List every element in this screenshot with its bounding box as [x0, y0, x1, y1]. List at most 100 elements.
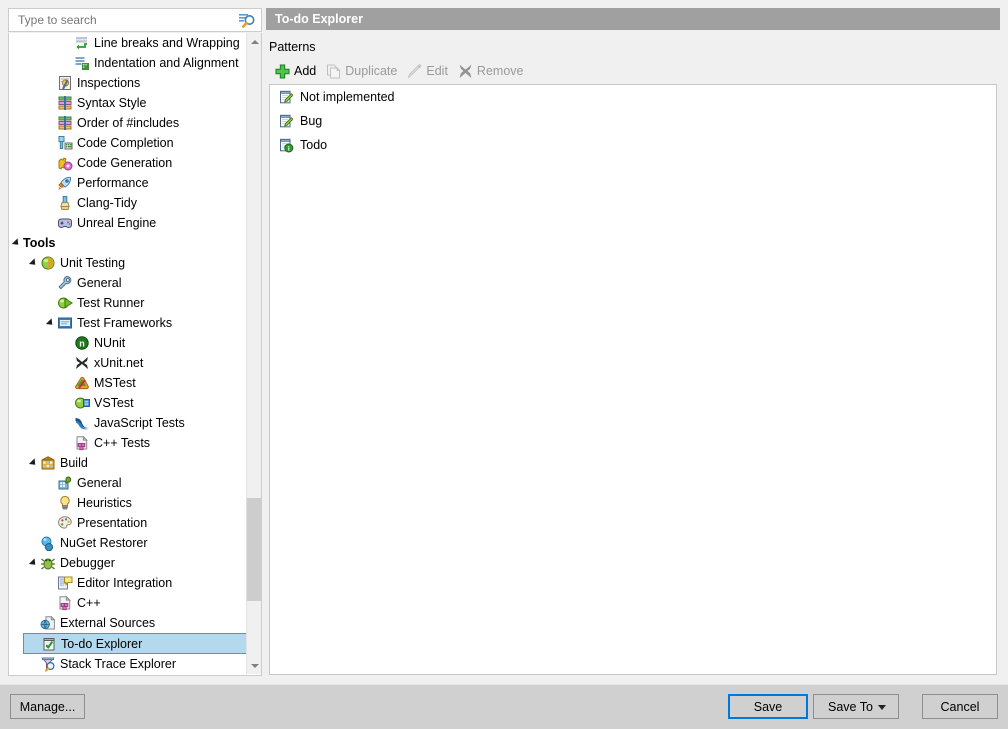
chevron-up-icon[interactable]: [247, 33, 261, 50]
tree-item-label: Editor Integration: [77, 576, 173, 590]
tree-item-line-breaks-and-wrapping[interactable]: Line breaks and Wrapping: [9, 33, 248, 53]
tree-item-code-generation[interactable]: Code Generation: [9, 153, 248, 173]
tree-item-tools[interactable]: Tools: [9, 233, 248, 253]
pattern-row[interactable]: Bug: [270, 109, 996, 133]
chevron-down-icon: [878, 705, 886, 710]
search-box[interactable]: [8, 8, 262, 32]
tree-item-label: VSTest: [94, 396, 134, 410]
tree-item-code-completion[interactable]: Code Completion: [9, 133, 248, 153]
tree-item-nuget-restorer[interactable]: NuGet Restorer: [9, 533, 248, 553]
scrollbar-thumb[interactable]: [247, 498, 261, 601]
tree-item-xunit-net[interactable]: xUnit.net: [9, 353, 248, 373]
pattern-edit-icon: [278, 113, 294, 129]
tree-item-syntax-style[interactable]: Syntax Style: [9, 93, 248, 113]
save-to-button[interactable]: Save To: [813, 694, 899, 719]
debugger-icon: [40, 555, 56, 571]
expander-triangle-icon[interactable]: [44, 313, 56, 333]
tree-item-nunit[interactable]: n NUnit: [9, 333, 248, 353]
tree-item-label: NuGet Restorer: [60, 536, 148, 550]
manage-button[interactable]: Manage...: [10, 694, 85, 719]
test-frameworks-icon: [57, 315, 73, 331]
expander-triangle-icon[interactable]: [27, 453, 39, 473]
tree-item-label: Code Generation: [77, 156, 173, 170]
tree-item-inspections[interactable]: Inspections: [9, 73, 248, 93]
patterns-label: Patterns: [269, 40, 316, 54]
patterns-list[interactable]: Not implemented Bug i Todo: [269, 84, 997, 675]
unreal-engine-icon: [57, 215, 73, 231]
edit-button-label: Edit: [426, 64, 448, 78]
performance-icon: [57, 175, 73, 191]
tree-item-javascript-tests[interactable]: JavaScript Tests: [9, 413, 248, 433]
tree-item-editor-integration[interactable]: Editor Integration: [9, 573, 248, 593]
tree-item-mstest[interactable]: MSTest: [9, 373, 248, 393]
tree-item-build[interactable]: Build: [9, 453, 248, 473]
stack-trace-icon: [40, 656, 56, 672]
editor-integration-icon: [57, 575, 73, 591]
tree-item-performance[interactable]: Performance: [9, 173, 248, 193]
tree-item-test-runner[interactable]: Test Runner: [9, 293, 248, 313]
tree-item-label: Tools: [23, 236, 56, 250]
tree-item-unit-testing[interactable]: Unit Testing: [9, 253, 248, 273]
presentation-icon: [57, 515, 73, 531]
nunit-icon: n: [74, 335, 90, 351]
tree-item-label: General: [77, 476, 122, 490]
save-button[interactable]: Save: [728, 694, 808, 719]
tree-item-general[interactable]: General: [9, 473, 248, 493]
tree-item-label: Code Completion: [77, 136, 174, 150]
chevron-down-icon[interactable]: [247, 657, 261, 674]
search-input[interactable]: [16, 10, 232, 30]
tree-item-label: Debugger: [60, 556, 115, 570]
tree-item-label: NUnit: [94, 336, 126, 350]
search-icon[interactable]: [238, 12, 256, 30]
edit-button: Edit: [404, 60, 455, 82]
tree-item-stack-trace-explorer[interactable]: Stack Trace Explorer: [9, 654, 248, 674]
cpp-tests-icon: [74, 435, 90, 451]
tree-item-label: Heuristics: [77, 496, 132, 510]
tree-item-c-tests[interactable]: C++ Tests: [9, 433, 248, 453]
tree-item-label: Clang-Tidy: [77, 196, 137, 210]
pane-title: To-do Explorer: [266, 8, 1000, 30]
tree-item-external-sources[interactable]: External Sources: [9, 613, 248, 633]
test-runner-icon: [57, 295, 73, 311]
tree-item-clang-tidy[interactable]: Clang-Tidy: [9, 193, 248, 213]
tree-item-test-frameworks[interactable]: Test Frameworks: [9, 313, 248, 333]
tree-item-label: C++: [77, 596, 101, 610]
mstest-icon: [74, 375, 90, 391]
tree-item-general[interactable]: General: [9, 273, 248, 293]
tree-item-label: Unreal Engine: [77, 216, 157, 230]
duplicate-button: Duplicate: [323, 60, 404, 82]
cancel-button[interactable]: Cancel: [922, 694, 998, 719]
tree-item-vstest[interactable]: VSTest: [9, 393, 248, 413]
expander-triangle-icon[interactable]: [27, 553, 39, 573]
pattern-row[interactable]: Not implemented: [270, 85, 996, 109]
tree-item-label: Unit Testing: [60, 256, 126, 270]
build-icon: [40, 455, 56, 471]
settings-tree[interactable]: Line breaks and Wrapping Indentation and …: [9, 33, 248, 674]
tree-item-presentation[interactable]: Presentation: [9, 513, 248, 533]
tree-item-debugger[interactable]: Debugger: [9, 553, 248, 573]
external-sources-icon: [40, 615, 56, 631]
pattern-edit-icon: [278, 89, 294, 105]
duplicate-icon: [325, 63, 342, 80]
save-button-label: Save: [753, 699, 783, 714]
expander-triangle-icon[interactable]: [27, 253, 39, 273]
tree-item-heuristics[interactable]: Heuristics: [9, 493, 248, 513]
vstest-icon: [74, 395, 90, 411]
tree-item-indentation-and-alignment[interactable]: Indentation and Alignment: [9, 53, 248, 73]
tree-item-label: Inspections: [77, 76, 141, 90]
tree-vertical-scrollbar[interactable]: [246, 33, 261, 674]
code-completion-icon: [57, 135, 73, 151]
tree-item-to-do-explorer[interactable]: To-do Explorer: [23, 633, 248, 654]
duplicate-button-label: Duplicate: [345, 64, 398, 78]
clang-tidy-icon: [57, 195, 73, 211]
pattern-row[interactable]: i Todo: [270, 133, 996, 157]
tree-item-c[interactable]: C++: [9, 593, 248, 613]
tree-item-order-of-includes[interactable]: Order of #includes: [9, 113, 248, 133]
expander-triangle-icon[interactable]: [10, 233, 22, 253]
build-general-icon: [57, 475, 73, 491]
tree-item-label: Test Frameworks: [77, 316, 173, 330]
pattern-label: Bug: [300, 114, 323, 128]
tree-item-unreal-engine[interactable]: Unreal Engine: [9, 213, 248, 233]
add-button[interactable]: Add: [272, 60, 323, 82]
tree-item-label: C++ Tests: [94, 436, 151, 450]
